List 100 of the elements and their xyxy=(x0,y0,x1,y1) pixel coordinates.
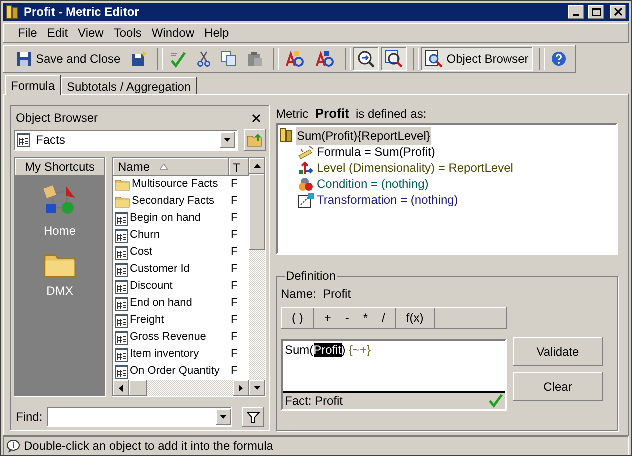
close-icon[interactable] xyxy=(252,114,261,122)
action-button[interactable]: Validate xyxy=(513,337,603,366)
row-name: Churn xyxy=(130,228,160,244)
list-row[interactable]: On Order Quantity F xyxy=(113,363,249,380)
fact-icon xyxy=(17,133,30,147)
row-type: F xyxy=(230,279,238,294)
metric-icon xyxy=(280,128,294,143)
up-folder-button[interactable] xyxy=(244,129,266,151)
row-name: Secondary Facts xyxy=(132,194,215,210)
list-row[interactable]: Freight F xyxy=(113,312,249,329)
close-button[interactable] xyxy=(610,5,626,19)
toolbar-icon-button[interactable] xyxy=(352,47,379,71)
filter-icon xyxy=(246,412,260,422)
scroll-right-icon[interactable] xyxy=(239,384,243,392)
toolbar-button[interactable]: Object Browser xyxy=(420,47,533,71)
row-name: On Order Quantity xyxy=(130,364,220,380)
app-icon xyxy=(6,4,20,20)
toolbar-icon-button[interactable] xyxy=(380,47,407,71)
scroll-thumb[interactable] xyxy=(249,174,265,250)
group-title: Definition xyxy=(285,268,338,285)
folder-icon xyxy=(44,252,76,278)
menu-item[interactable]: File xyxy=(14,24,42,42)
folder-icon xyxy=(115,196,130,208)
list-row[interactable]: Discount F xyxy=(113,278,249,295)
scrollbar[interactable] xyxy=(249,158,265,396)
list-row[interactable]: Customer Id F xyxy=(113,261,249,278)
menu-item[interactable]: Window xyxy=(148,24,199,42)
fact-icon xyxy=(115,348,128,362)
definition-name: Name: Profit xyxy=(281,286,352,303)
help-icon xyxy=(550,51,567,67)
clipboard-icon xyxy=(246,51,263,67)
row-name: Discount xyxy=(130,279,173,294)
row-name: Multisource Facts xyxy=(132,177,218,192)
tree-item[interactable]: Sum(Profit){ReportLevel} xyxy=(296,126,432,144)
info-icon xyxy=(7,440,20,452)
scroll-up-icon[interactable] xyxy=(254,164,260,168)
fact-icon xyxy=(115,228,128,242)
find-label: Find: xyxy=(16,409,43,426)
list-row[interactable]: Secondary Facts F xyxy=(113,193,249,210)
menu-item[interactable]: View xyxy=(74,24,108,42)
shortcuts-header[interactable]: My Shortcuts xyxy=(15,158,105,176)
tree-item[interactable]: Formula = Sum(Profit) xyxy=(317,143,436,161)
row-name: End on hand xyxy=(130,296,192,312)
filter-button[interactable] xyxy=(242,407,264,427)
operator-button[interactable]: / xyxy=(375,308,392,328)
row-name: Gross Revenue xyxy=(130,330,206,346)
spell-check-icon xyxy=(284,50,305,68)
tab[interactable]: Formula xyxy=(5,75,62,95)
operator-button[interactable]: * xyxy=(356,308,376,328)
menu-item[interactable]: Tools xyxy=(110,24,146,42)
horizontal-scrollbar[interactable] xyxy=(113,380,249,396)
maximize-icon xyxy=(592,8,600,16)
operator-button[interactable]: ( ) xyxy=(285,308,310,328)
minimize-button[interactable] xyxy=(568,5,584,19)
transform-icon xyxy=(298,192,314,208)
row-type: F xyxy=(230,330,238,346)
arrows-icon xyxy=(298,161,314,175)
fact-icon xyxy=(115,364,128,378)
list-row[interactable]: End on hand F xyxy=(113,295,249,312)
tab[interactable]: Subtotals / Aggregation xyxy=(61,77,198,94)
tree-item[interactable]: Transformation = (nothing) xyxy=(317,191,458,209)
row-type: F xyxy=(230,177,238,192)
folder-dropdown[interactable]: Facts xyxy=(14,130,238,150)
maximize-button[interactable] xyxy=(588,5,604,19)
copy-icon xyxy=(220,51,237,67)
menu-item[interactable]: Edit xyxy=(43,24,72,42)
menu-item[interactable]: Help xyxy=(200,24,234,42)
shortcut-label[interactable]: DMX xyxy=(46,282,74,300)
operator-button[interactable]: f(x) xyxy=(399,308,431,328)
check-icon xyxy=(168,50,187,68)
row-name: Freight xyxy=(130,313,164,328)
formula-editor[interactable]: Sum(Profit) {~+} xyxy=(283,341,505,391)
shortcut-label[interactable]: Home xyxy=(44,222,76,240)
operator-button[interactable]: + xyxy=(317,308,338,328)
close-icon xyxy=(614,8,622,16)
list-row[interactable]: Churn F xyxy=(113,227,249,244)
list-row[interactable]: Multisource Facts F xyxy=(113,176,249,193)
fact-icon xyxy=(115,296,128,310)
row-name: Begin on hand xyxy=(130,211,201,226)
folder-icon xyxy=(115,178,130,190)
tree-item[interactable]: Condition = (nothing) xyxy=(317,175,429,193)
list-row[interactable]: Begin on hand F xyxy=(113,210,249,227)
toolbar-button[interactable]: Save and Close xyxy=(12,47,125,71)
column-header[interactable]: Name xyxy=(113,158,229,176)
action-button[interactable]: Clear xyxy=(513,372,603,401)
fact-icon xyxy=(115,246,128,260)
column-header[interactable]: T xyxy=(229,158,249,176)
ruler-icon xyxy=(298,145,314,159)
operator-button[interactable]: - xyxy=(338,308,356,328)
list-row[interactable]: Item inventory F xyxy=(113,346,249,363)
list-row[interactable]: Cost F xyxy=(113,244,249,261)
fact-icon xyxy=(115,262,128,276)
list-row[interactable]: Gross Revenue F xyxy=(113,329,249,346)
scroll-left-icon[interactable] xyxy=(119,384,123,392)
scroll-down-icon[interactable] xyxy=(254,386,260,390)
row-type: F xyxy=(230,262,238,278)
row-type: F xyxy=(230,194,238,210)
tree-item[interactable]: Level (Dimensionality) = ReportLevel xyxy=(317,159,514,177)
scroll-thumb[interactable] xyxy=(129,380,147,396)
find-field[interactable] xyxy=(46,407,232,427)
